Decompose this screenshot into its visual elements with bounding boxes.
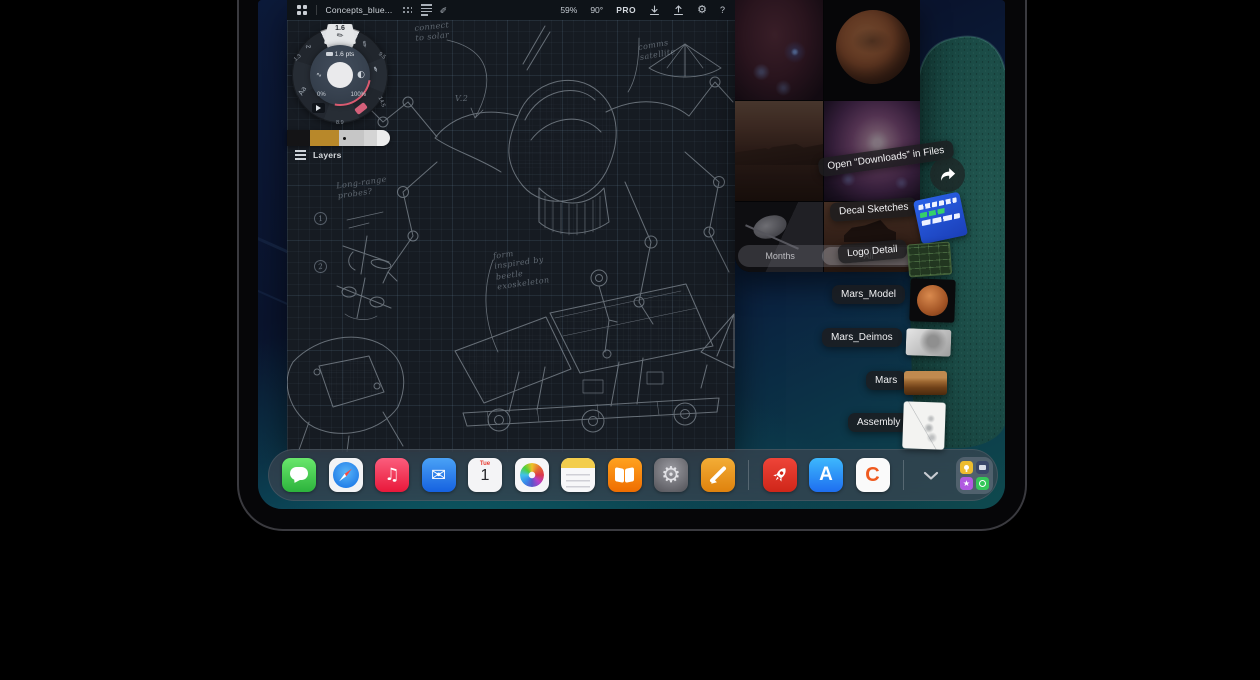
ipad-device: Concepts_blue... ✎ 59% 90° PRO [237,0,1027,531]
rocket-icon [765,461,793,489]
zoom-level[interactable]: 59% [560,5,577,15]
dock-app-notes[interactable] [561,458,595,492]
dock-app-sketch[interactable] [701,458,735,492]
book-icon [625,467,634,483]
dim-overlay [735,0,920,272]
active-tool-segment[interactable]: 1.6 ✎ [324,24,356,44]
pen-nib-icon [707,478,717,488]
segment-months[interactable]: Months [738,251,822,261]
import-icon[interactable] [649,5,660,16]
opacity-icon: ◐ [357,70,365,80]
smoothing-icon: ∿ [316,71,322,79]
app-grid-icon[interactable] [297,5,307,15]
dock-divider [748,460,749,490]
dock-app-mail[interactable]: ✉ [422,458,456,492]
notes-lines [566,474,590,488]
stylus-icon[interactable]: ✎ [439,6,449,14]
notes-header [561,458,595,468]
c-logo-icon: C [856,458,890,492]
dock-app-rocket[interactable] [763,458,797,492]
dock-app-messages[interactable] [282,458,316,492]
drag-thumb-assembly[interactable] [902,401,946,449]
size-chip-icon [326,52,333,56]
camera-mini-icon [976,461,989,474]
dock-app-music[interactable]: ♫ [375,458,409,492]
swatch-gray-selected[interactable] [339,130,364,146]
app-library-icon[interactable]: ★ [956,457,993,494]
help-button[interactable]: ? [720,5,725,15]
concepts-toolbar: Concepts_blue... ✎ 59% 90° PRO [287,0,735,20]
document-title[interactable]: Concepts_blue... [326,5,393,15]
swatch-light-gray[interactable] [364,130,377,146]
gear-icon: ⚙ [654,458,688,492]
share-arrow-button[interactable] [930,157,965,192]
dock-app-books[interactable] [608,458,642,492]
drag-item-label[interactable]: Assembly [848,413,909,432]
dock-app-c[interactable]: C [856,458,890,492]
dock-app-safari[interactable] [329,458,363,492]
dock-app-photos[interactable] [515,458,549,492]
envelope-icon: ✉ [422,458,456,492]
opacity-min: 0% [317,92,326,98]
share-arrow-icon [939,167,956,182]
drag-item-label[interactable]: Mars_Deimos [822,328,902,347]
swatch-gold[interactable] [310,130,339,146]
marker-tool-icon [312,103,325,113]
tool-wheel-disc[interactable]: 1.6 pts ∿ ◐ 0% 100% [310,45,370,105]
layers-button[interactable]: Layers [295,150,342,160]
divider [316,5,317,15]
hamburger-icon [295,154,306,156]
selected-dot [343,137,346,140]
color-preview[interactable] [327,62,353,88]
segment-size: 14.5 [377,96,387,108]
gear-icon[interactable]: ⚙ [697,5,707,15]
dock-app-calendar[interactable]: Tue 1 [468,458,502,492]
pro-badge[interactable]: PRO [616,5,636,15]
note-version: V.2 [455,94,468,104]
dock: ♫ ✉ Tue 1 [268,449,998,501]
star-mini-icon: ★ [960,477,973,490]
stroke-size-label: 1.6 pts [310,51,370,58]
fitness-mini-icon [976,477,989,490]
rotation-angle[interactable]: 90° [590,5,603,15]
compass-icon [333,462,359,488]
dock-divider [903,460,904,490]
dock-app-settings[interactable]: ⚙ [654,458,688,492]
music-note-icon: ♫ [375,458,409,492]
tips-mini-icon [960,461,973,474]
dock-app-appstore[interactable]: A [809,458,843,492]
layers-label: Layers [313,150,342,160]
swatch-black[interactable] [287,130,310,146]
note-connect: connect to solar [414,20,451,44]
ipad-screen: Concepts_blue... ✎ 59% 90° PRO [258,0,1005,509]
stage: Concepts_blue... ✎ 59% 90° PRO [0,0,1260,680]
photos-app-window: Months All [735,0,920,272]
drag-thumb-mars-model[interactable] [909,278,955,323]
drag-thumb-logo-detail[interactable] [907,242,952,278]
export-icon[interactable] [673,5,684,16]
dot-grid-icon[interactable] [402,5,412,15]
calendar-day: 1 [468,467,502,485]
book-icon [615,467,624,483]
drag-item-label[interactable]: Mars_Model [832,285,905,304]
opacity-max: 100% [351,92,366,98]
drag-item-label[interactable]: Mars [866,371,906,390]
concepts-app-window: Concepts_blue... ✎ 59% 90° PRO [287,0,735,452]
color-palette-strip [287,130,390,146]
drag-thumb-mars-deimos[interactable] [906,328,952,357]
appstore-a-icon: A [809,458,843,492]
pencil-icon: ✎ [335,31,345,41]
chevron-down-icon [923,471,939,480]
swatch-white[interactable] [377,130,390,146]
drag-thumb-mars[interactable] [904,371,947,395]
photos-flower-icon [520,463,544,487]
segment-size: 8.9 [336,120,344,126]
note-beetle: form inspired by beetle exoskeleton [492,245,550,293]
menu-lines-icon[interactable] [421,4,432,16]
dock-collapse-chevron[interactable] [918,458,944,492]
tool-wheel[interactable]: 1.6 ✎ ∿ ✎ ✒ Aa 1.3 9.5 14.5 8.9 1.6 pts [292,27,388,123]
